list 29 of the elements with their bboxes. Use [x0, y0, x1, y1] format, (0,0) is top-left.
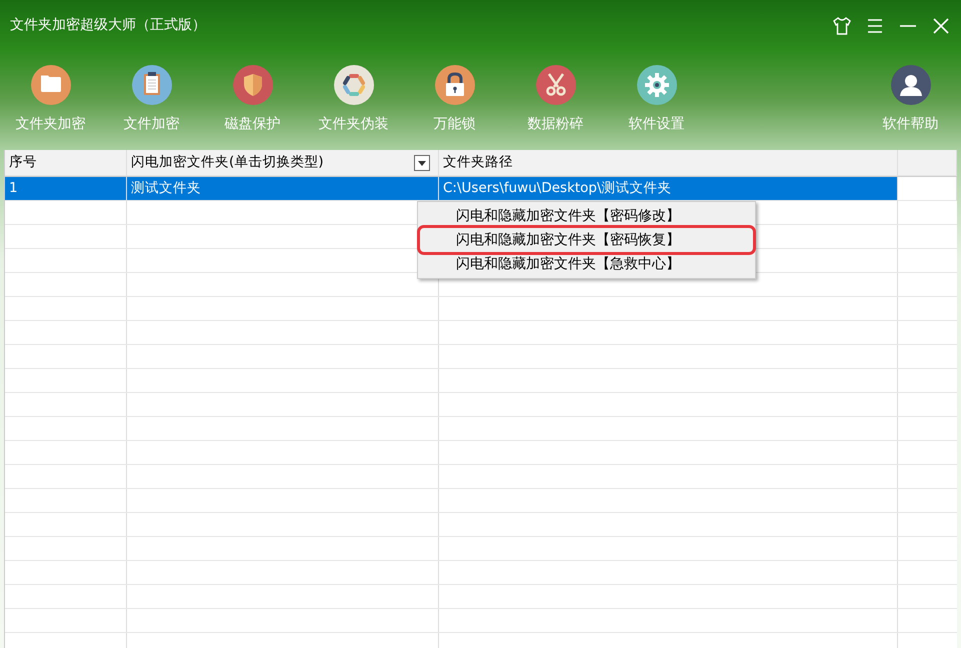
palette-icon [334, 65, 374, 105]
toolbar-button[interactable]: 文件夹加密 [0, 50, 101, 150]
window-title: 文件夹加密超级大师（正式版） [10, 16, 206, 34]
toolbar-button[interactable]: 磁盘保护 [202, 50, 303, 150]
toolbar-button[interactable]: 文件加密 [101, 50, 202, 150]
folder-icon [30, 65, 70, 105]
toolbar-button[interactable]: 软件设置 [606, 50, 707, 150]
toolbar-button[interactable]: 软件帮助 [860, 50, 961, 150]
menu-item[interactable]: 闪电和隐藏加密文件夹【急救中心】 [420, 252, 753, 276]
toolbar-button[interactable]: 万能锁 [404, 50, 505, 150]
padlock-icon [434, 65, 474, 105]
table-row[interactable]: 1 测试文件夹 C:\Users\fuwu\Desktop\测试文件夹 [5, 177, 898, 201]
toolbar-button[interactable]: 文件夹伪装 [303, 50, 404, 150]
toolbar-button[interactable]: 数据粉碎 [505, 50, 606, 150]
column-header[interactable]: 文件夹路径 [439, 150, 898, 176]
table-cell: 1 [5, 177, 127, 201]
gear-icon [636, 65, 676, 105]
menu-item[interactable]: 闪电和隐藏加密文件夹【密码恢复】 [420, 228, 753, 252]
clipboard-icon [132, 65, 172, 105]
header-filler [898, 150, 957, 176]
shield-icon [232, 65, 272, 105]
close-icon[interactable] [931, 16, 951, 36]
table-cell: 测试文件夹 [127, 177, 439, 201]
shirt-icon[interactable] [832, 16, 852, 36]
column-header[interactable]: 闪电加密文件夹(单击切换类型) [127, 150, 439, 176]
user-icon [890, 65, 930, 105]
scissors-icon [536, 65, 576, 105]
menu-item[interactable]: 闪电和隐藏加密文件夹【密码修改】 [420, 204, 753, 228]
column-header[interactable]: 序号 [5, 150, 127, 176]
